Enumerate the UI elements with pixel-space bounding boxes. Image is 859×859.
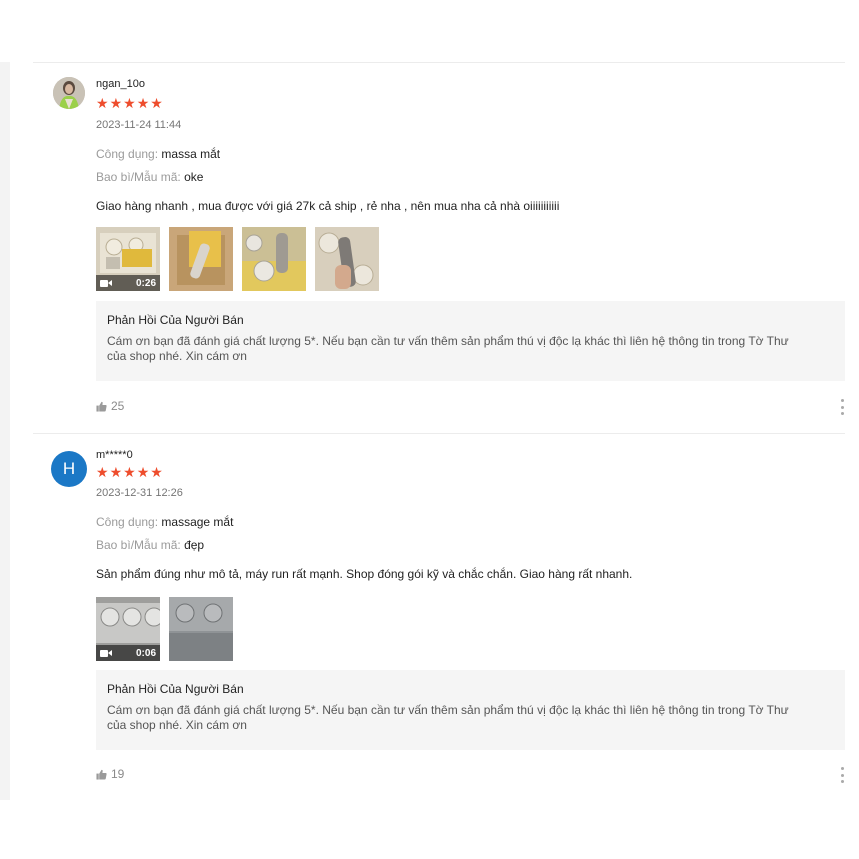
star-icon: ★ [109,95,123,111]
more-vertical-icon[interactable] [839,767,845,783]
attribute-key: Bao bì/Mẫu mã: [96,170,181,184]
attribute-key: Bao bì/Mẫu mã: [96,538,181,552]
star-icon: ★ [123,464,136,480]
video-duration: 0:26 [135,277,156,289]
photo-thumbnail[interactable] [169,597,233,661]
star-icon: ★ [150,464,163,480]
rating-stars: ★ ★ ★ ★ ★ [96,465,163,479]
star-icon: ★ [150,95,163,111]
star-icon: ★ [96,95,109,111]
username[interactable]: ngan_10o [96,78,145,90]
video-camera-icon [100,279,112,287]
video-badge: 0:06 [96,645,160,661]
avatar[interactable]: H [51,451,87,487]
video-badge: 0:26 [96,275,160,291]
attribute-usage: Công dụng: massage mắt [96,515,233,529]
seller-reply-title: Phản Hồi Của Người Bán [107,682,244,696]
seller-reply-line: Cám ơn bạn đã đánh giá chất lượng 5*. Nế… [107,703,789,717]
seller-reply: Phản Hồi Của Người Bán Cám ơn bạn đã đán… [96,670,845,750]
star-icon: ★ [109,464,123,480]
media-gallery: 0:26 [96,227,379,291]
media-gallery: 0:06 [96,597,233,661]
like-count: 19 [111,767,125,781]
avatar[interactable] [53,77,85,109]
left-side-rule [0,62,10,800]
review-item: H m*****0 ★ ★ ★ ★ ★ 2023-12-31 12:26 Côn… [33,433,845,800]
review-date: 2023-12-31 12:26 [96,487,183,499]
star-icon: ★ [96,464,109,480]
attribute-value: massa mắt [161,147,221,161]
photo-thumbnail[interactable] [169,227,233,291]
attribute-packaging: Bao bì/Mẫu mã: oke [96,170,203,184]
video-camera-icon [100,649,112,657]
photo-thumbnail[interactable] [315,227,379,291]
attribute-usage: Công dụng: massa mắt [96,147,220,161]
attribute-value: massage mắt [161,515,234,529]
seller-reply-line: của shop nhé. Xin cám ơn [107,349,247,363]
thumbs-up-icon [96,401,107,412]
more-vertical-icon[interactable] [839,399,845,415]
like-button[interactable]: 25 [96,399,124,413]
rating-stars: ★ ★ ★ ★ ★ [96,96,163,110]
attribute-key: Công dụng: [96,147,159,161]
like-button[interactable]: 19 [96,767,124,781]
star-icon: ★ [123,95,136,111]
seller-reply-title: Phản Hồi Của Người Bán [107,313,244,327]
username[interactable]: m*****0 [96,449,133,461]
video-duration: 0:06 [135,647,156,659]
review-date: 2023-11-24 11:44 [96,119,182,131]
video-thumbnail[interactable]: 0:06 [96,597,160,661]
seller-reply-line: của shop nhé. Xin cám ơn [107,718,247,732]
like-count: 25 [111,399,125,413]
attribute-key: Công dụng: [96,515,159,529]
seller-reply-line: Cám ơn bạn đã đánh giá chất lượng 5*. Nế… [107,334,789,348]
review-comment: Sản phẩm đúng như mô tả, máy run rất mạn… [96,567,633,581]
review-comment: Giao hàng nhanh , mua được với giá 27k c… [96,199,560,213]
thumbs-up-icon [96,769,107,780]
review-item: ngan_10o ★ ★ ★ ★ ★ 2023-11-24 11:44 Công… [33,63,845,433]
video-thumbnail[interactable]: 0:26 [96,227,160,291]
attribute-value: đẹp [184,538,205,552]
star-icon: ★ [136,464,150,480]
attribute-value: oke [184,170,204,184]
seller-reply: Phản Hồi Của Người Bán Cám ơn bạn đã đán… [96,301,845,381]
attribute-packaging: Bao bì/Mẫu mã: đẹp [96,538,204,552]
star-icon: ★ [136,95,150,111]
photo-thumbnail[interactable] [242,227,306,291]
